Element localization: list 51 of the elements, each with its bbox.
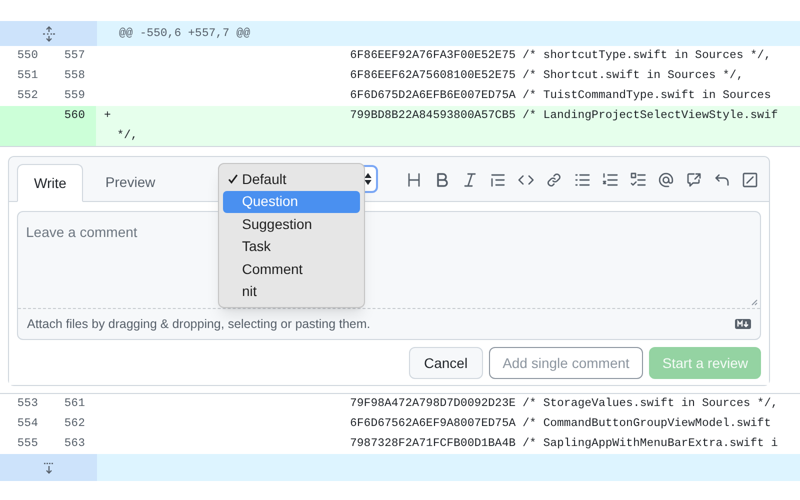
code-line: 6F86EEF62A75608100E52E75 /* Shortcut.swift in Sources */, (350, 68, 744, 84)
checkmark-icon (228, 174, 238, 184)
code-line: */, (117, 128, 138, 144)
menu-item[interactable]: Default (223, 168, 360, 190)
new-line-number: 560 (64, 108, 85, 124)
mention-icon[interactable] (658, 172, 674, 188)
new-line-number: 558 (64, 68, 85, 84)
task-list-icon[interactable] (630, 172, 646, 188)
cancel-button[interactable]: Cancel (408, 347, 483, 379)
up-down-arrows-icon (364, 172, 372, 186)
numbered-list-icon[interactable] (602, 172, 618, 188)
code-line: 79F98A472A798D7D0092D23E /* StorageValues.swift in Sources */, (350, 396, 778, 412)
old-line-number: 554 (17, 416, 38, 432)
undo-icon[interactable] (714, 172, 730, 188)
old-line-number: 550 (17, 48, 38, 64)
expand-down-icon (42, 462, 54, 474)
menu-item[interactable]: Task (223, 236, 360, 258)
old-line-number: 555 (17, 436, 38, 452)
placeholder-text: Leave a comment (26, 224, 138, 240)
cross-reference-icon[interactable] (686, 172, 702, 188)
new-line-number: 563 (64, 436, 85, 452)
tab[interactable]: Preview (83, 163, 178, 201)
bold-icon[interactable] (434, 172, 450, 188)
fullscreen-icon[interactable] (742, 172, 758, 188)
old-line-number: 551 (17, 68, 38, 84)
code-line: 799BD8B22A84593800A57CB5 /* LandingProjectSelectViewStyle.swif (350, 108, 778, 124)
old-line-number: 553 (17, 396, 38, 412)
code-line: 6F86EEF92A76FA3F00E52E75 /* shortcutType.swift in Sources */, (350, 48, 771, 64)
bulleted-list-icon[interactable] (574, 172, 590, 188)
new-line-number: 561 (64, 396, 85, 412)
hunk-header: @@ -550,6 +557,7 @@ (97, 21, 800, 46)
attach-hint: Attach files by dragging & dropping, selecting or pasting them. (27, 316, 370, 333)
menu-item[interactable]: Suggestion (223, 213, 360, 236)
diff-marker: + (104, 109, 111, 122)
tab[interactable]: Write (17, 164, 84, 202)
quote-icon[interactable] (490, 172, 506, 188)
code-line: 6F6D67562A6EF9A8007ED75A /* CommandButtonGroupViewModel.swift (350, 416, 771, 432)
italic-icon[interactable] (462, 172, 478, 188)
expand-icon (42, 26, 56, 42)
code-line: 6F6D675D2A6EFB6E007ED75A /* TuistCommandType.swift in Sources (350, 88, 771, 104)
markdown-icon (735, 319, 751, 329)
new-line-number: 557 (64, 48, 85, 64)
new-line-number: 559 (64, 88, 85, 104)
link-icon[interactable] (546, 172, 562, 188)
new-line-number: 562 (64, 416, 85, 432)
resize-handle-icon[interactable] (751, 299, 758, 306)
old-line-number: 552 (17, 88, 38, 104)
menu-item[interactable]: Comment (223, 258, 360, 280)
heading-icon[interactable] (406, 172, 422, 188)
menu-item[interactable]: nit (223, 280, 360, 303)
code-line: 7987328F2A71FCFB00D1BA4B /* SaplingAppWithMenuBarExtra.swift i (350, 436, 778, 452)
